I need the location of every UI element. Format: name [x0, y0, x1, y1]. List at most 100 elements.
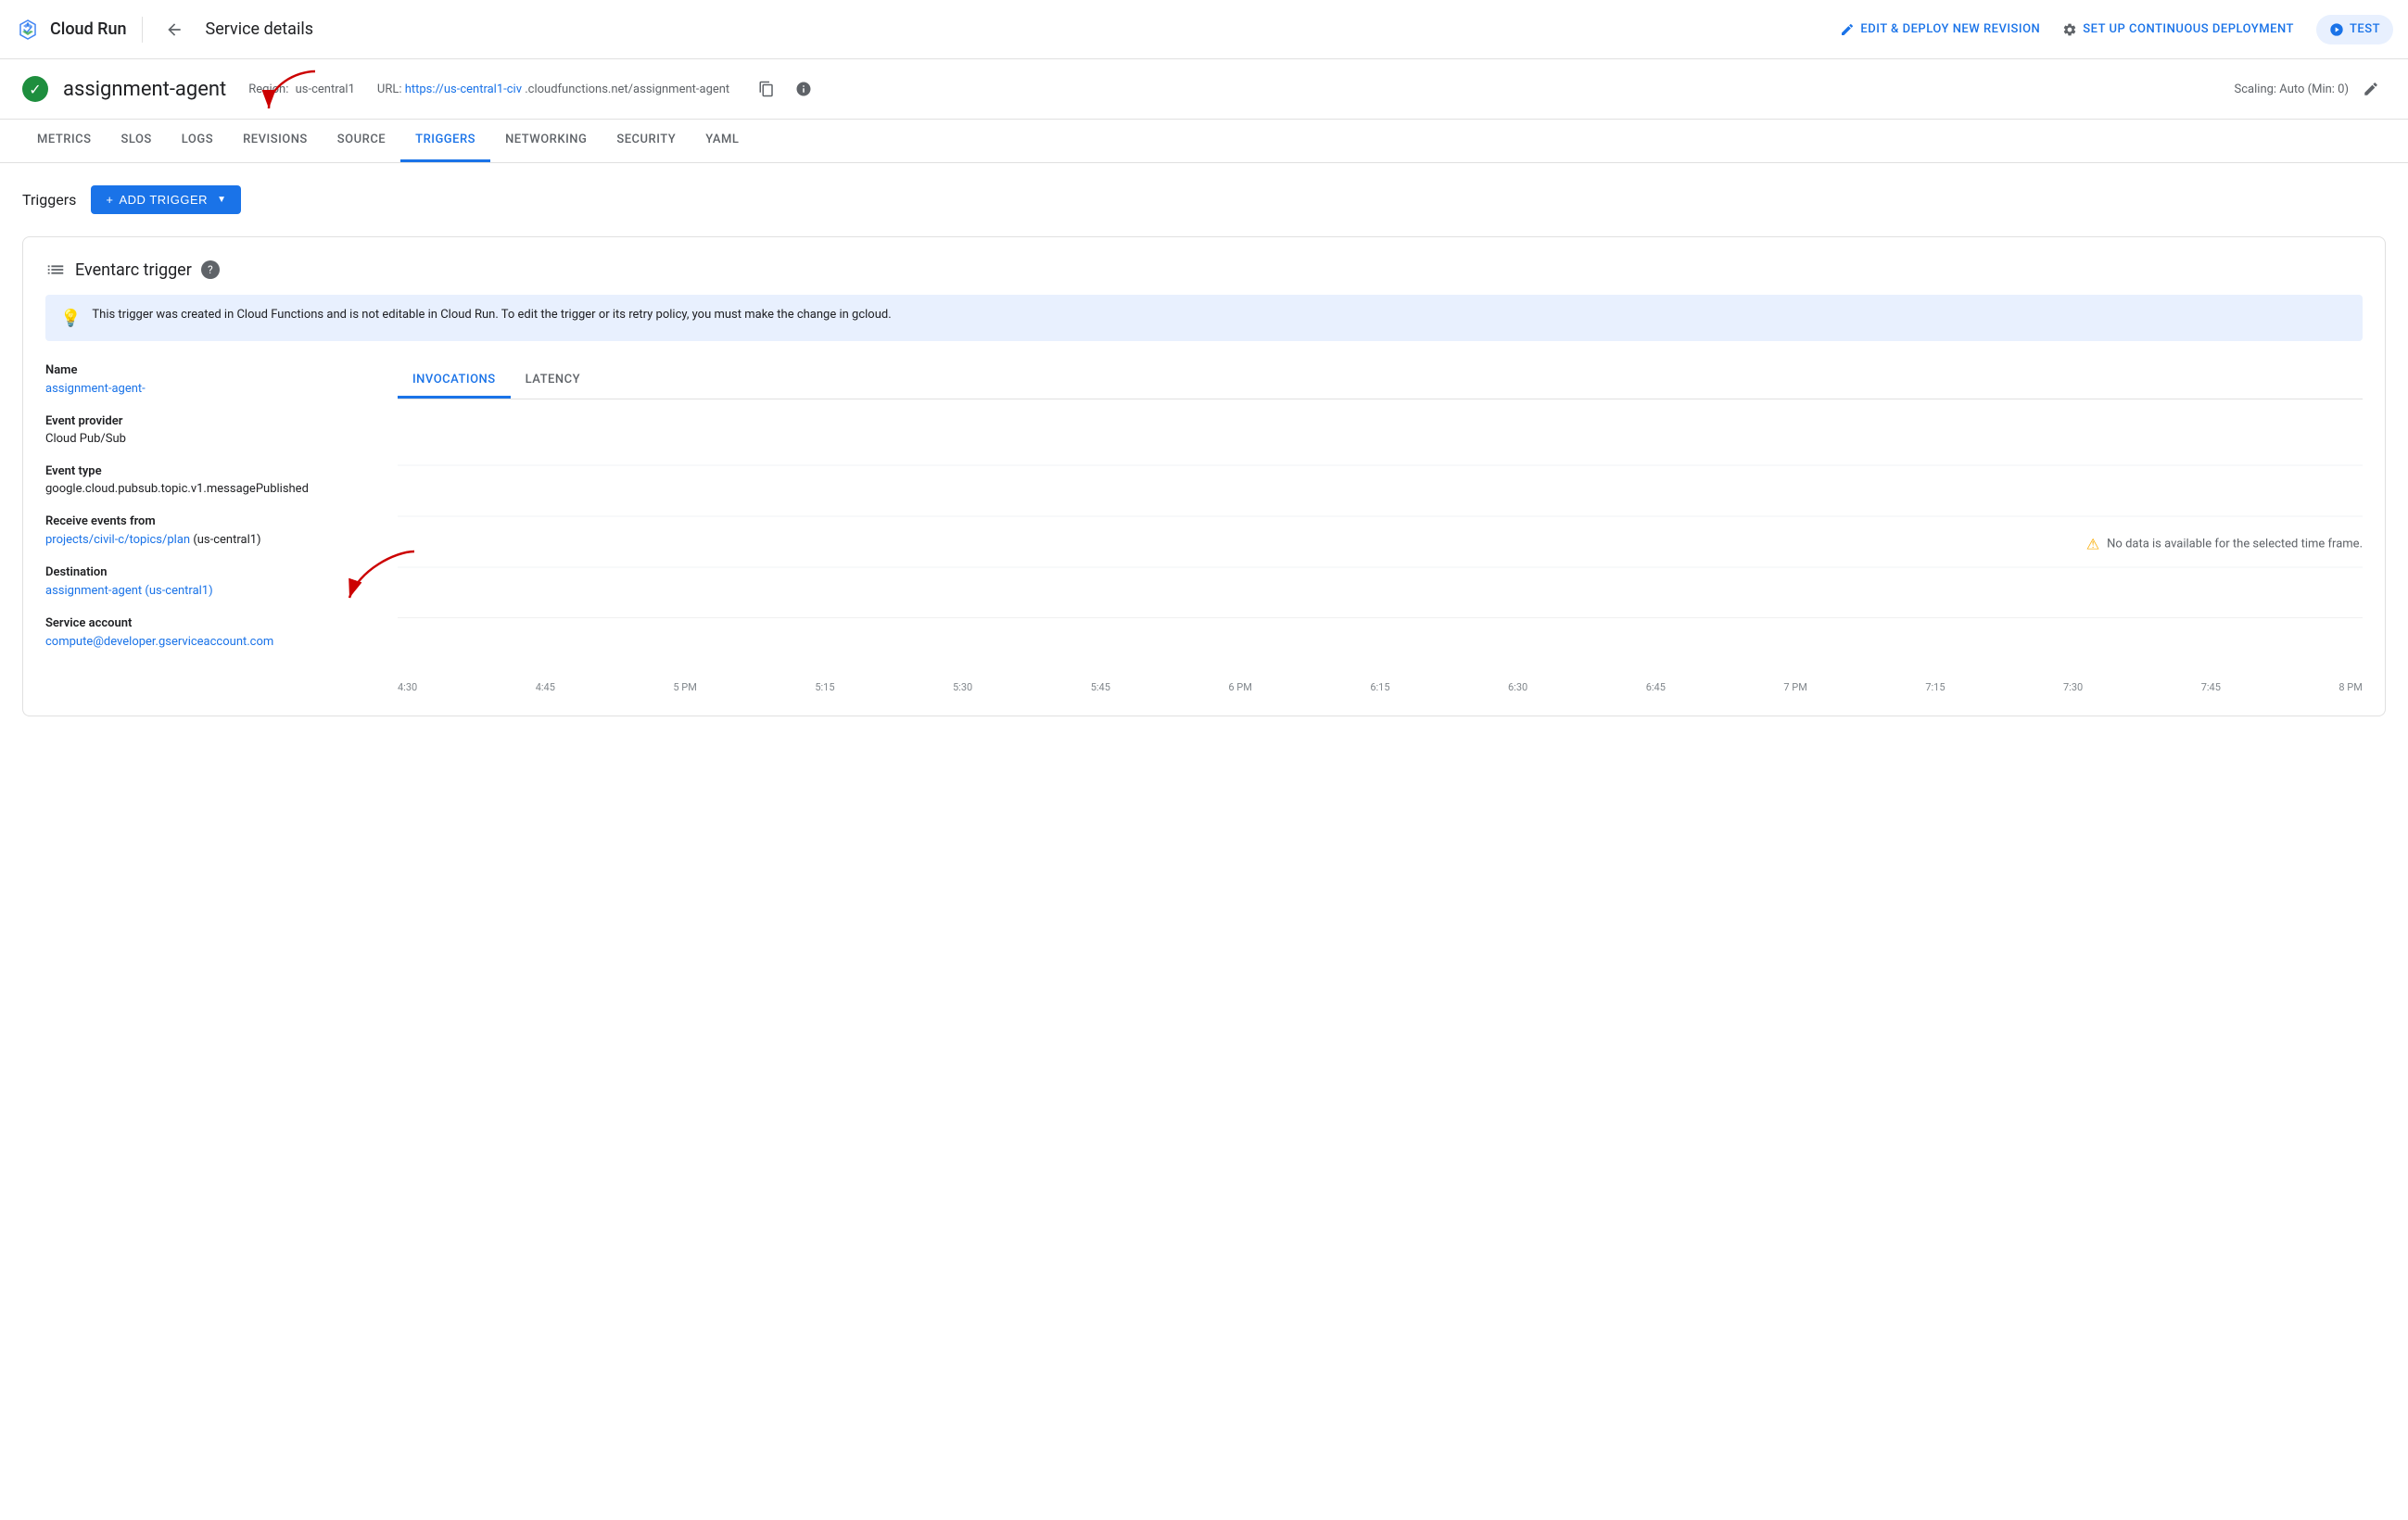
copy-button[interactable]	[752, 74, 781, 104]
tab-source[interactable]: SOURCE	[323, 120, 400, 162]
service-header: ✓ assignment-agent Region: us-central1 U…	[0, 59, 2408, 120]
tab-revisions[interactable]: REVISIONS	[228, 120, 323, 162]
tabs-row: METRICS SLOS LOGS REVISIONS SOURCE TRIGG…	[0, 120, 2408, 163]
chart-area: ⚠ No data is available for the selected …	[398, 414, 2363, 674]
destination-label: Destination	[45, 565, 368, 579]
main-content: Triggers + ADD TRIGGER ▼ Eventarc trigge…	[0, 163, 2408, 739]
x-label-0: 4:30	[398, 681, 417, 693]
x-label-2: 5 PM	[673, 681, 696, 693]
region-label: Region: us-central1	[248, 82, 355, 96]
receive-events-value-row: projects/civil-c/topics/plan (us-central…	[45, 532, 368, 547]
trigger-card: Eventarc trigger ? 💡 This trigger was cr…	[22, 236, 2386, 716]
info-icon	[795, 81, 812, 97]
event-provider-label: Event provider	[45, 414, 368, 428]
name-group: Name assignment-agent-	[45, 363, 368, 396]
x-label-5: 5:45	[1091, 681, 1110, 693]
event-provider-value: Cloud Pub/Sub	[45, 432, 368, 446]
x-label-4: 5:30	[953, 681, 972, 693]
back-arrow-icon	[165, 20, 184, 39]
info-banner-text: This trigger was created in Cloud Functi…	[92, 308, 891, 322]
help-icon[interactable]: ?	[201, 260, 220, 279]
page-title: Service details	[206, 19, 313, 39]
trigger-details-layout: Name assignment-agent- Event provider Cl…	[45, 363, 2363, 693]
copy-icon	[758, 81, 775, 97]
x-label-12: 7:30	[2063, 681, 2083, 693]
service-account-label: Service account	[45, 616, 368, 630]
triggers-header: Triggers + ADD TRIGGER ▼	[22, 185, 2386, 214]
x-label-1: 4:45	[536, 681, 555, 693]
tab-yaml[interactable]: YAML	[691, 120, 754, 162]
tab-metrics[interactable]: METRICS	[22, 120, 106, 162]
add-trigger-label: ADD TRIGGER	[120, 193, 209, 207]
destination-value[interactable]: assignment-agent (us-central1)	[45, 584, 213, 598]
trigger-card-title: Eventarc trigger	[75, 260, 192, 280]
nav-actions: EDIT & DEPLOY NEW REVISION SET UP CONTIN…	[1840, 15, 2393, 44]
warning-icon: ⚠	[2086, 536, 2099, 553]
dropdown-arrow-icon: ▼	[217, 195, 226, 205]
chart-tab-latency[interactable]: LATENCY	[511, 363, 595, 399]
triggers-title: Triggers	[22, 191, 76, 209]
trigger-card-header: Eventarc trigger ?	[45, 260, 2363, 280]
event-type-label: Event type	[45, 464, 368, 478]
event-provider-group: Event provider Cloud Pub/Sub	[45, 414, 368, 446]
gear-icon	[2062, 22, 2077, 37]
continuous-deploy-label: SET UP CONTINUOUS DEPLOYMENT	[2083, 22, 2294, 36]
chart-xaxis: 4:30 4:45 5 PM 5:15 5:30 5:45 6 PM 6:15 …	[398, 674, 2363, 693]
tab-security[interactable]: SECURITY	[602, 120, 691, 162]
x-label-7: 6:15	[1370, 681, 1389, 693]
x-label-13: 7:45	[2201, 681, 2221, 693]
top-nav: Cloud Run Service details EDIT & DEPLOY …	[0, 0, 2408, 59]
service-account-value[interactable]: compute@developer.gserviceaccount.com	[45, 635, 273, 649]
url-link[interactable]: https://us-central1-civ	[405, 82, 522, 96]
play-icon	[2329, 22, 2344, 37]
back-button[interactable]	[158, 13, 191, 46]
chart-tab-invocations[interactable]: INVOCATIONS	[398, 363, 511, 399]
add-trigger-button[interactable]: + ADD TRIGGER ▼	[91, 185, 241, 214]
no-data-message: ⚠ No data is available for the selected …	[2086, 536, 2363, 553]
tab-slos[interactable]: SLOS	[106, 120, 166, 162]
x-label-9: 6:45	[1646, 681, 1666, 693]
edit-deploy-label: EDIT & DEPLOY NEW REVISION	[1860, 22, 2040, 36]
info-button[interactable]	[789, 74, 818, 104]
brand: Cloud Run	[15, 17, 143, 43]
chart-tabs: INVOCATIONS LATENCY	[398, 363, 2363, 399]
edit-deploy-button[interactable]: EDIT & DEPLOY NEW REVISION	[1840, 22, 2040, 37]
cloud-run-logo	[15, 17, 41, 43]
receive-events-group: Receive events from projects/civil-c/top…	[45, 514, 368, 547]
event-type-group: Event type google.cloud.pubsub.topic.v1.…	[45, 464, 368, 496]
name-value[interactable]: assignment-agent-	[45, 382, 146, 396]
destination-group: Destination assignment-agent (us-central…	[45, 565, 368, 598]
url-label: URL: https://us-central1-civ .cloudfunct…	[377, 82, 729, 96]
test-button[interactable]: TEST	[2316, 15, 2393, 44]
info-banner: 💡 This trigger was created in Cloud Func…	[45, 295, 2363, 341]
x-label-10: 7 PM	[1783, 681, 1806, 693]
event-type-value: google.cloud.pubsub.topic.v1.messagePubl…	[45, 482, 368, 496]
service-account-group: Service account compute@developer.gservi…	[45, 616, 368, 649]
service-name: assignment-agent	[63, 78, 226, 101]
receive-events-link[interactable]: projects/civil-c/topics/plan	[45, 533, 193, 547]
x-label-3: 5:15	[815, 681, 834, 693]
tab-logs[interactable]: LOGS	[167, 120, 228, 162]
name-label: Name	[45, 363, 368, 377]
brand-name: Cloud Run	[50, 19, 127, 39]
list-icon	[45, 260, 66, 280]
pencil-icon	[1840, 22, 1855, 37]
x-label-11: 7:15	[1925, 681, 1945, 693]
edit-scaling-button[interactable]	[2356, 74, 2386, 104]
trigger-details-right: INVOCATIONS LATENCY ⚠ No data	[398, 363, 2363, 693]
edit-icon	[2363, 81, 2379, 97]
continuous-deploy-button[interactable]: SET UP CONTINUOUS DEPLOYMENT	[2062, 22, 2294, 37]
lightbulb-icon: 💡	[60, 309, 81, 328]
test-label: TEST	[2350, 22, 2380, 36]
scaling-info: Scaling: Auto (Min: 0)	[2235, 74, 2386, 104]
trigger-details-left: Name assignment-agent- Event provider Cl…	[45, 363, 398, 693]
receive-events-label: Receive events from	[45, 514, 368, 528]
service-meta: Region: us-central1 URL: https://us-cent…	[248, 82, 729, 96]
x-label-8: 6:30	[1508, 681, 1527, 693]
receive-events-region: (us-central1)	[193, 533, 260, 547]
tab-triggers[interactable]: TRIGGERS	[400, 120, 490, 162]
tab-networking[interactable]: NETWORKING	[490, 120, 602, 162]
chart-grid	[398, 414, 2363, 618]
x-label-14: 8 PM	[2338, 681, 2362, 693]
x-label-6: 6 PM	[1228, 681, 1251, 693]
